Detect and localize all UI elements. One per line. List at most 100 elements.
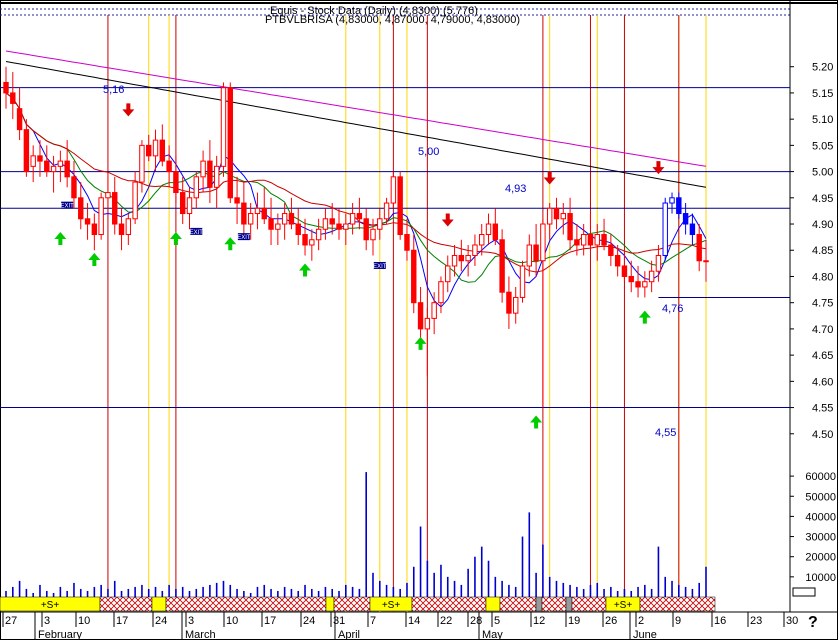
candle-body	[261, 207, 267, 220]
candle-body	[57, 160, 64, 167]
candle-body	[574, 239, 580, 246]
candle-body	[601, 234, 607, 246]
candle-body	[492, 223, 499, 241]
day-label: 12	[533, 615, 545, 627]
volume-tick-label: 10000	[805, 572, 836, 584]
candle-body	[193, 176, 199, 199]
exit-marker: EXIT	[373, 261, 387, 270]
candle-body	[173, 171, 179, 194]
candle-body	[254, 207, 261, 215]
candle-body	[540, 223, 546, 262]
buy-arrow-icon	[299, 263, 312, 277]
candle-body	[356, 213, 363, 220]
day-label: 19	[568, 615, 580, 627]
signal-strip-segment	[639, 596, 716, 612]
candle-body	[105, 192, 111, 199]
buy-arrow-icon	[169, 232, 182, 246]
candle-body	[3, 81, 9, 94]
buy-arrow-icon	[638, 310, 651, 324]
candle-body	[166, 160, 172, 173]
candle-body	[431, 302, 437, 319]
level-label: 4,76	[662, 303, 683, 315]
candle-body	[64, 160, 70, 178]
candle-body	[10, 92, 16, 104]
candle-body	[445, 265, 451, 283]
candle-body	[614, 254, 621, 267]
sell-arrow-icon	[122, 103, 135, 117]
candle-body	[580, 234, 587, 246]
candle-body	[628, 275, 634, 283]
candle-body	[560, 213, 566, 220]
candle-body	[275, 223, 281, 230]
candle-body	[526, 244, 533, 267]
candle-body	[315, 228, 322, 241]
candle-body	[213, 165, 220, 188]
volume-tick-label: 60000	[805, 471, 836, 483]
day-label: 17	[264, 615, 276, 627]
candle-body	[84, 218, 91, 225]
buy-arrow-icon	[88, 253, 101, 266]
volume-tick-label: 20000	[805, 552, 836, 564]
sell-arrow-icon	[652, 161, 665, 175]
candle-body	[479, 234, 485, 246]
month-label: April	[338, 629, 360, 640]
signal-strip-segment	[99, 596, 153, 612]
price-tick-label: 5.00	[812, 167, 833, 179]
candle-body	[499, 239, 505, 293]
price-tick-label: 4.80	[812, 271, 833, 283]
candle-body	[533, 244, 539, 262]
signal-strip-segment	[151, 596, 167, 612]
day-label: 3	[44, 615, 50, 627]
candle-body	[268, 218, 274, 230]
candle-body	[397, 176, 403, 236]
volume-tick-label: 50000	[805, 491, 836, 503]
exit-marker: EXIT	[190, 227, 203, 236]
candle-body	[513, 296, 519, 314]
candle-body	[220, 87, 227, 167]
candle-body	[485, 223, 492, 236]
day-label: 7	[370, 615, 376, 627]
candle-body	[587, 234, 594, 246]
volume-unit-box	[792, 587, 816, 597]
candle-body	[689, 223, 696, 236]
candle-body	[295, 223, 301, 236]
day-label: 27	[5, 615, 17, 627]
day-label: 26	[605, 615, 617, 627]
ma-black	[5, 61, 707, 188]
candle-body	[78, 197, 84, 220]
candle-body	[417, 302, 424, 330]
signal-strip-segment	[541, 596, 567, 612]
signal-strip-segment	[411, 596, 487, 612]
day-label: 5	[494, 615, 500, 627]
candle-body	[458, 254, 465, 262]
level-label: 5,00	[418, 146, 439, 158]
buy-arrow-icon	[414, 336, 427, 350]
month-label: February	[38, 629, 83, 640]
level-label: 4,55	[655, 427, 676, 439]
exit-label: EXIT	[373, 264, 387, 270]
price-tick-label: 5.05	[812, 140, 833, 152]
candle-body	[329, 218, 335, 225]
candle-body	[676, 197, 682, 215]
signal-strip-segment	[535, 596, 543, 612]
candle-body	[343, 223, 349, 230]
candle-body	[179, 192, 186, 215]
candle-body	[322, 218, 329, 230]
stock-chart: 5,16 5,00 4,93 4,76 4,55 5.20 5.15 5.10 5.05 5.00…	[0, 0, 838, 640]
signal-label: +S+	[382, 600, 401, 611]
price-tick-label: 4.90	[812, 219, 833, 231]
candle-body	[390, 176, 397, 204]
buy-arrow-icon	[530, 415, 543, 429]
buy-arrow-icon	[54, 232, 67, 246]
sell-arrow-icon	[441, 213, 454, 227]
price-tick-label: 4.85	[812, 245, 833, 257]
candle-body	[118, 223, 125, 236]
ma-magenta	[5, 50, 707, 167]
candle-body	[383, 202, 390, 220]
help-icon[interactable]: ?	[808, 614, 818, 632]
candle-body	[234, 197, 240, 204]
signal-strip-segment	[165, 596, 327, 612]
level-label: 5,16	[103, 84, 124, 96]
price-tick-label: 4.70	[812, 324, 833, 336]
candle-body	[648, 270, 655, 283]
